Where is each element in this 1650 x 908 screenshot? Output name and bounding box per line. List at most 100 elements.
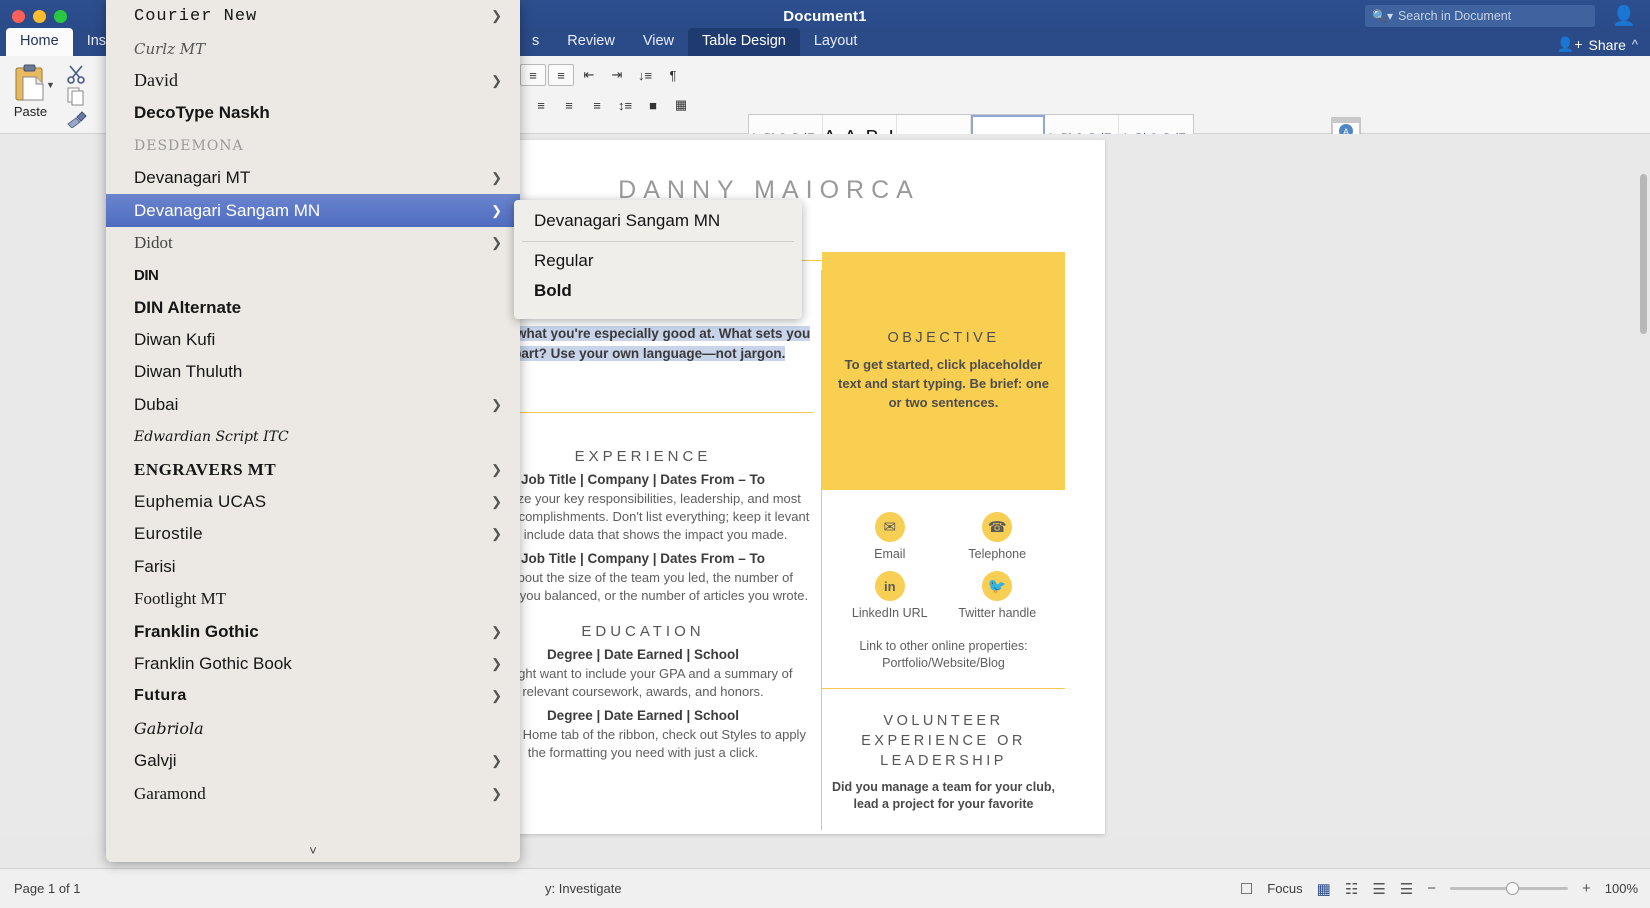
font-menu-item[interactable]: DecoType Naskh xyxy=(106,97,520,129)
chevron-right-icon: ❯ xyxy=(491,688,502,704)
chevron-up-icon[interactable]: ^ xyxy=(1632,37,1638,52)
font-menu-item[interactable]: Franklin Gothic Book ❯ xyxy=(106,648,520,680)
font-menu-item-label: Footlight MT xyxy=(134,589,226,609)
tab-home[interactable]: Home xyxy=(6,28,73,56)
increase-indent-icon[interactable]: ⇥ xyxy=(604,64,630,86)
shading-icon[interactable]: ■ xyxy=(640,94,666,116)
copy-icon[interactable] xyxy=(66,86,86,106)
font-menu-item[interactable]: Farisi xyxy=(106,551,520,583)
bullets-icon[interactable]: ≡ xyxy=(520,64,546,86)
paste-label: Paste xyxy=(8,104,53,119)
zoom-level[interactable]: 100% xyxy=(1605,881,1638,896)
contact-label: LinkedIn URL xyxy=(852,606,928,620)
education-entry2-body: On the Home tab of the ribbon, check out… xyxy=(473,726,813,762)
font-menu-item[interactable]: Euphemia UCAS❯ xyxy=(106,486,520,518)
font-menu-item[interactable]: Franklin Gothic❯ xyxy=(106,615,520,647)
font-menu-item[interactable]: Devanagari MT❯ xyxy=(106,162,520,194)
font-menu-item[interactable]: David❯ xyxy=(106,65,520,97)
account-icon[interactable]: 👤 xyxy=(1612,5,1636,28)
contact-linkedin[interactable]: in LinkedIn URL xyxy=(836,571,944,620)
chevron-right-icon: ❯ xyxy=(491,786,502,802)
font-variant-submenu[interactable]: Devanagari Sangam MN Regular Bold xyxy=(514,200,802,319)
font-menu-item[interactable]: DESDEMONA xyxy=(106,130,520,162)
numbering-icon[interactable]: ≡ xyxy=(548,64,574,86)
volunteer-title: VOLUNTEER EXPERIENCE OR LEADERSHIP xyxy=(822,689,1065,771)
font-menu-item[interactable]: Diwan Kufi xyxy=(106,324,520,356)
objective-card[interactable]: OBJECTIVE To get started, click placehol… xyxy=(822,252,1065,490)
borders-icon[interactable]: ▦ xyxy=(668,94,694,116)
submenu-header: Devanagari Sangam MN xyxy=(514,206,802,241)
experience-title: EXPERIENCE xyxy=(473,448,813,465)
tab-references[interactable]: s xyxy=(518,28,553,56)
chevron-right-icon: ❯ xyxy=(491,462,502,478)
font-menu-item-label: Franklin Gothic Book xyxy=(134,654,292,674)
font-menu-item[interactable]: Footlight MT xyxy=(106,583,520,615)
contact-email[interactable]: ✉ Email xyxy=(836,512,944,561)
font-menu-item-label: Diwan Kufi xyxy=(134,330,215,350)
focus-icon[interactable]: ☐ xyxy=(1240,880,1253,898)
font-menu-item-label: DIN xyxy=(134,267,158,284)
contact-label: Twitter handle xyxy=(958,606,1036,620)
envelope-icon: ✉ xyxy=(875,512,905,542)
contact-twitter[interactable]: 🐦 Twitter handle xyxy=(944,571,1052,620)
align-left-icon[interactable]: ≡ xyxy=(528,94,554,116)
align-right-icon[interactable]: ≡ xyxy=(584,94,610,116)
font-menu-item[interactable]: Galvji❯ xyxy=(106,745,520,777)
tab-table-design[interactable]: Table Design xyxy=(688,28,800,56)
font-menu-item[interactable]: Garamond❯ xyxy=(106,777,520,809)
font-menu-item[interactable]: Devanagari Sangam MN❯ xyxy=(106,194,520,226)
volunteer-title-line-2: EXPERIENCE OR xyxy=(832,731,1055,751)
share-button[interactable]: 👤+ Share ^ xyxy=(1557,36,1638,53)
cut-icon[interactable] xyxy=(66,64,86,84)
search-input[interactable]: 🔍▾ Search in Document xyxy=(1365,5,1595,27)
web-layout-icon[interactable]: ☷ xyxy=(1345,880,1358,898)
font-menu-item[interactable]: Futura❯ xyxy=(106,680,520,712)
font-list[interactable]: Courier New❯Curlz MTDavid❯DecoType Naskh… xyxy=(106,0,520,810)
font-menu-item-label: Devanagari Sangam MN xyxy=(134,201,320,221)
font-menu-item[interactable]: ENGRAVERS MT❯ xyxy=(106,453,520,485)
outline-icon[interactable]: ☰ xyxy=(1372,880,1385,898)
font-menu-item-label: Gabriola xyxy=(134,719,204,738)
minus-icon[interactable]: − xyxy=(1427,880,1436,897)
font-menu-item[interactable]: DIN Alternate xyxy=(106,292,520,324)
tab-layout[interactable]: Layout xyxy=(800,28,872,56)
sort-icon[interactable]: ↓≡ xyxy=(632,64,658,86)
paste-icon[interactable] xyxy=(12,64,50,104)
zoom-slider-knob[interactable] xyxy=(1506,882,1519,895)
font-menu-item[interactable]: Eurostile❯ xyxy=(106,518,520,550)
font-menu-item[interactable]: Didot❯ xyxy=(106,227,520,259)
focus-label[interactable]: Focus xyxy=(1267,881,1302,896)
tab-view[interactable]: View xyxy=(629,28,688,56)
show-marks-icon[interactable]: ¶ xyxy=(660,64,686,86)
font-menu-item[interactable]: Diwan Thuluth xyxy=(106,356,520,388)
tab-review[interactable]: Review xyxy=(553,28,629,56)
search-icon: 🔍▾ xyxy=(1372,9,1393,23)
draft-icon[interactable]: ☰ xyxy=(1400,880,1413,898)
education-title: EDUCATION xyxy=(473,623,813,640)
decrease-indent-icon[interactable]: ⇤ xyxy=(576,64,602,86)
submenu-item-bold[interactable]: Bold xyxy=(514,276,802,306)
line-spacing-icon[interactable]: ↕≡ xyxy=(612,94,638,116)
chevron-down-icon[interactable]: ˅ xyxy=(106,838,520,862)
print-layout-icon[interactable]: ▦ xyxy=(1317,880,1331,898)
chevron-right-icon: ❯ xyxy=(491,526,502,542)
chevron-right-icon: ❯ xyxy=(491,656,502,672)
vertical-scrollbar[interactable] xyxy=(1640,174,1647,334)
align-center-icon[interactable]: ≡ xyxy=(556,94,582,116)
font-menu-item[interactable]: Dubai❯ xyxy=(106,389,520,421)
format-painter-icon[interactable] xyxy=(66,110,88,128)
font-dropdown-menu[interactable]: Courier New❯Curlz MTDavid❯DecoType Naskh… xyxy=(106,0,520,862)
contact-telephone[interactable]: ☎ Telephone xyxy=(944,512,1052,561)
font-menu-item[interactable]: DIN xyxy=(106,259,520,291)
font-menu-item[interactable]: Curlz MT xyxy=(106,32,520,64)
plus-icon[interactable]: + xyxy=(1582,880,1591,897)
paste-dropdown-caret[interactable]: ▼ xyxy=(46,80,55,90)
clipboard-group: ▼ Paste xyxy=(0,56,110,134)
font-menu-item[interactable]: Courier New❯ xyxy=(106,0,520,32)
font-menu-item[interactable]: Gabriola xyxy=(106,713,520,745)
font-menu-item-label: Franklin Gothic xyxy=(134,622,259,642)
font-menu-item[interactable]: Edwardian Script ITC xyxy=(106,421,520,453)
zoom-slider[interactable] xyxy=(1450,887,1568,890)
person-add-icon: 👤+ xyxy=(1557,36,1583,53)
submenu-item-regular[interactable]: Regular xyxy=(514,246,802,276)
